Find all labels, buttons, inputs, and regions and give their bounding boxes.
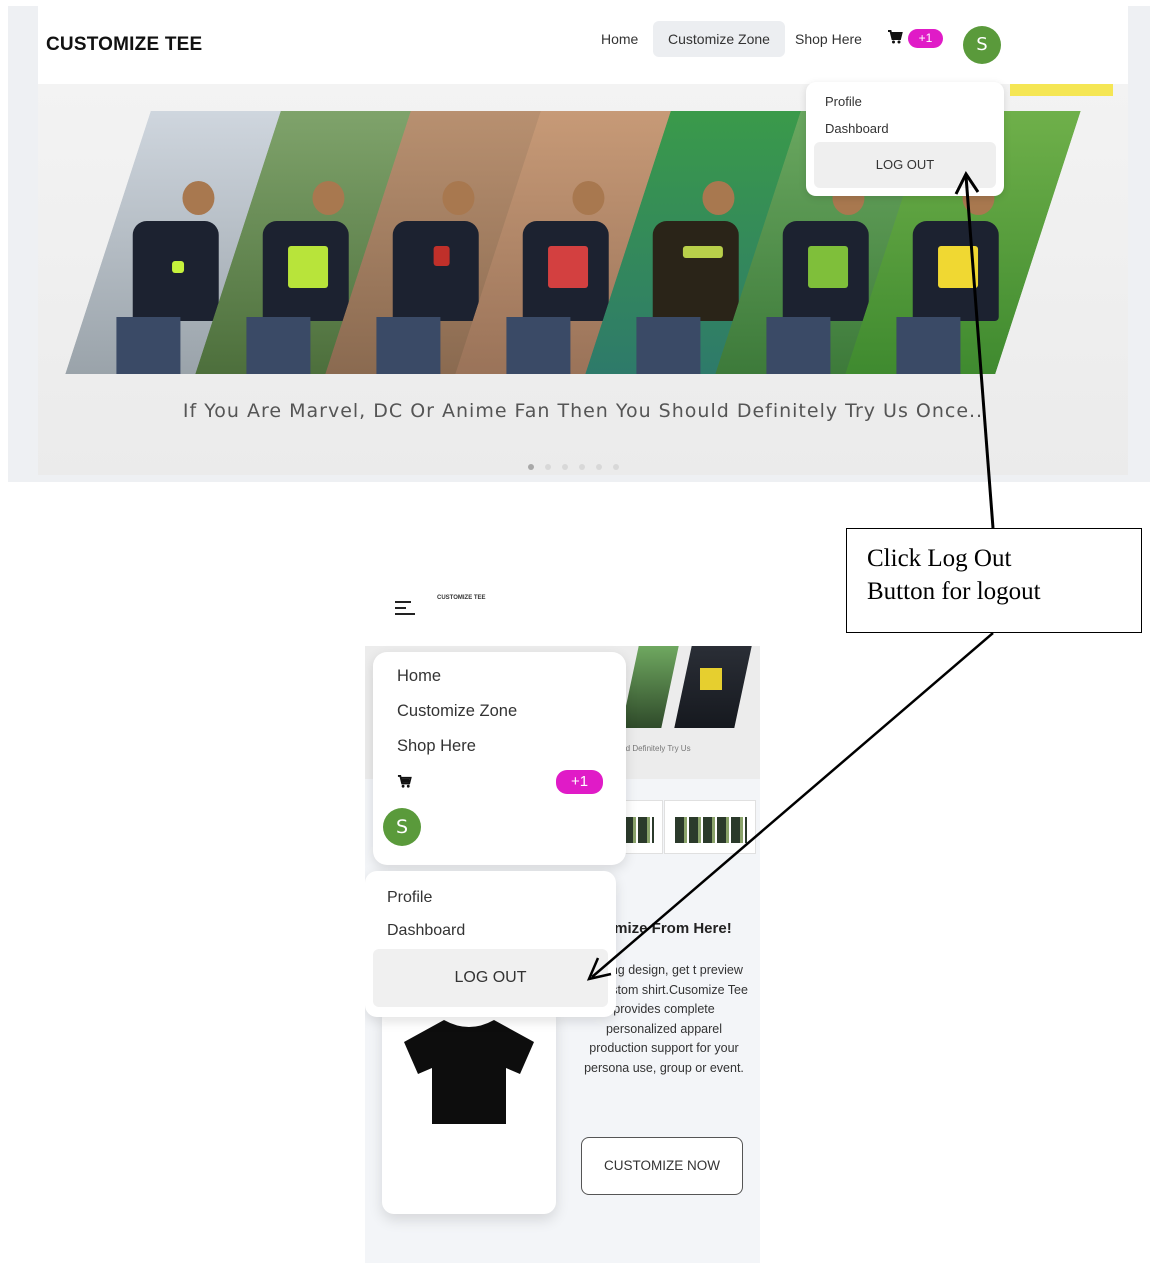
logout-button[interactable]: LOG OUT (373, 949, 608, 1007)
carousel-dot[interactable] (596, 464, 602, 470)
user-dropdown: Profile Dashboard LOG OUT (365, 871, 616, 1017)
mobile-screenshot: CUSTOMIZE TEE ould Definitely Try Us omi… (365, 576, 760, 1263)
navbar: CUSTOMIZE TEE Home Customize Zone Shop H… (38, 6, 1128, 84)
tshirt-preview-card (382, 1006, 556, 1214)
banner-tagline: ould Definitely Try Us (615, 744, 691, 753)
desktop-screenshot: CUSTOMIZE TEE Home Customize Zone Shop H… (8, 6, 1150, 482)
cart-badge: +1 (556, 770, 603, 794)
carousel-dot[interactable] (579, 464, 585, 470)
carousel-indicators (528, 457, 630, 475)
carousel-dot[interactable] (613, 464, 619, 470)
cart-icon[interactable] (397, 774, 412, 789)
carousel-dot[interactable] (545, 464, 551, 470)
nav-customize-zone[interactable]: Customize Zone (397, 702, 517, 721)
tshirt-image (404, 1020, 534, 1124)
cart-badge: +1 (908, 29, 943, 48)
carousel-dot[interactable] (528, 464, 534, 470)
user-dropdown: Profile Dashboard LOG OUT (806, 82, 1004, 196)
decorative-strip (1010, 84, 1113, 96)
dropdown-profile[interactable]: Profile (825, 94, 862, 109)
avatar[interactable]: S (963, 26, 1001, 64)
carousel-dot[interactable] (562, 464, 568, 470)
product-thumbnail[interactable] (664, 800, 756, 854)
logout-button[interactable]: LOG OUT (814, 142, 996, 188)
dropdown-dashboard[interactable]: Dashboard (825, 121, 889, 136)
nav-shop-here[interactable]: Shop Here (780, 21, 877, 57)
nav-home[interactable]: Home (586, 21, 653, 57)
mobile-nav-menu: Home Customize Zone Shop Here +1 S (373, 652, 626, 865)
customize-now-button[interactable]: CUSTOMIZE NOW (581, 1137, 743, 1195)
callout-line: Button for logout (867, 578, 1041, 605)
brand-logo[interactable]: CUSTOMIZE TEE (46, 34, 202, 56)
dropdown-dashboard[interactable]: Dashboard (387, 922, 465, 940)
mobile-header: CUSTOMIZE TEE (365, 576, 760, 646)
nav-customize-zone[interactable]: Customize Zone (653, 21, 785, 57)
banner-tagline: If You Are Marvel, DC Or Anime Fan Then … (182, 400, 984, 422)
nav-home[interactable]: Home (397, 667, 441, 686)
cart-icon[interactable] (887, 29, 903, 45)
avatar[interactable]: S (383, 808, 421, 846)
section-title: omize From Here! (605, 920, 732, 937)
hamburger-menu-icon[interactable] (395, 600, 415, 616)
callout-line: Click Log Out (867, 545, 1012, 572)
brand-logo[interactable]: CUSTOMIZE TEE (437, 595, 486, 601)
instruction-callout: Click Log Out Button for logout (846, 528, 1142, 633)
nav-shop-here[interactable]: Shop Here (397, 737, 476, 756)
dropdown-profile[interactable]: Profile (387, 889, 432, 907)
